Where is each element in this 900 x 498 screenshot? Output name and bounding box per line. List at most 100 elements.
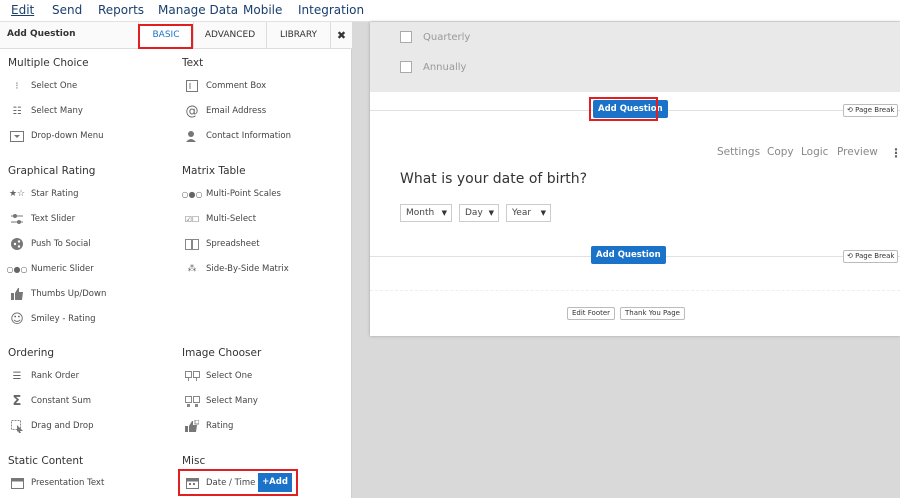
question-type-label: Comment Box [206, 81, 267, 91]
question-type-label: Drop-down Menu [31, 131, 104, 141]
chevron-down-icon: ▼ [540, 209, 546, 217]
thumbs-up-icon [9, 287, 25, 301]
question-type-constant-sum[interactable]: Σ Constant Sum [9, 393, 91, 409]
option-quarterly: Quarterly [400, 31, 470, 43]
question-type-label: Select One [31, 81, 78, 91]
question-type-label: Push To Social [31, 239, 91, 249]
question-type-comment-box[interactable]: Comment Box [184, 78, 266, 94]
question-type-label: Email Address [206, 106, 267, 116]
add-date-time-button[interactable]: +Add [258, 473, 292, 492]
image-choice-icon [184, 369, 200, 383]
page-break-button-bottom[interactable]: ⟲ Page Break [843, 250, 899, 263]
add-question-panel: Add Question BASIC ADVANCED LIBRARY ✖ Mu… [0, 22, 352, 498]
section-title-multiple-choice: Multiple Choice [8, 57, 89, 69]
page-break-icon: ⟲ [847, 252, 853, 260]
question-type-select-many[interactable]: ☷ Select Many [9, 103, 83, 119]
preview-link[interactable]: Preview [837, 146, 878, 158]
copy-link[interactable]: Copy [767, 146, 794, 158]
thank-you-page-button[interactable]: Thank You Page [620, 307, 685, 320]
month-select[interactable]: Month ▼ [400, 204, 452, 222]
slider-icon [9, 212, 25, 226]
question-type-select-one[interactable]: ⁝ Select One [9, 78, 77, 94]
nav-manage-data[interactable]: Manage Data [158, 3, 238, 17]
multi-point-icon: ○●○ [181, 189, 203, 199]
list-icon: ☰ [12, 370, 22, 382]
calendar-icon [184, 476, 200, 490]
question-type-label: Contact Information [206, 131, 291, 141]
contact-person-icon [184, 129, 200, 143]
section-title-static-content: Static Content [8, 455, 84, 467]
question-type-numeric-slider[interactable]: ○●○ Numeric Slider [7, 261, 94, 277]
question-type-label: Spreadsheet [206, 239, 260, 249]
question-type-label: Presentation Text [31, 478, 105, 488]
tab-basic[interactable]: BASIC [138, 22, 193, 49]
add-question-button[interactable]: Add Question [593, 100, 668, 118]
year-select[interactable]: Year ▼ [506, 204, 551, 222]
question-type-star-rating[interactable]: ★☆ Star Rating [9, 186, 79, 202]
question-type-contact-information[interactable]: Contact Information [184, 128, 291, 144]
question-type-multi-select[interactable]: ☑☐ Multi-Select [184, 211, 256, 227]
question-type-side-by-side-matrix[interactable]: ⁂ Side-By-Side Matrix [184, 261, 289, 277]
logic-link[interactable]: Logic [801, 146, 828, 158]
option-annually: Annually [400, 61, 466, 73]
nav-edit[interactable]: Edit [11, 3, 34, 17]
day-select[interactable]: Day ▼ [459, 204, 499, 222]
question-text: What is your date of birth? [400, 171, 588, 187]
chevron-down-icon: ▼ [488, 209, 494, 217]
section-title-graphical-rating: Graphical Rating [8, 165, 96, 177]
presentation-text-icon [9, 476, 25, 490]
question-type-push-to-social[interactable]: Push To Social [9, 236, 91, 252]
question-type-image-select-many[interactable]: Select Many [184, 393, 258, 409]
edit-footer-button[interactable]: Edit Footer [567, 307, 616, 320]
question-type-presentation-text[interactable]: Presentation Text [9, 475, 104, 491]
page-break-label: Page Break [855, 106, 895, 114]
close-panel-button[interactable]: ✖ [330, 22, 352, 49]
question-type-multi-point-scales[interactable]: ○●○ Multi-Point Scales [181, 186, 281, 202]
chevron-down-icon: ▼ [441, 209, 447, 217]
question-type-date-time[interactable]: Date / Time [184, 475, 255, 491]
question-type-label: Numeric Slider [31, 264, 94, 274]
spreadsheet-icon [184, 237, 200, 251]
more-options-icon[interactable]: ⋮ [890, 146, 900, 160]
nav-reports[interactable]: Reports [98, 3, 144, 17]
nav-send[interactable]: Send [52, 3, 82, 17]
multi-select-icon: ☑☐ [184, 214, 200, 224]
page-break-label: Page Break [855, 252, 895, 260]
question-type-label: Smiley - Rating [31, 314, 96, 324]
question-type-spreadsheet[interactable]: Spreadsheet [184, 236, 260, 252]
question-type-image-select-one[interactable]: Select One [184, 368, 252, 384]
star-icon: ★☆ [8, 189, 26, 199]
question-type-label: Multi-Point Scales [206, 189, 281, 199]
nav-integration[interactable]: Integration [298, 3, 364, 17]
question-type-image-rating[interactable]: Rating [184, 418, 233, 434]
question-type-smiley-rating[interactable]: ☺ Smiley - Rating [9, 311, 96, 327]
question-type-label: Text Slider [31, 214, 76, 224]
question-type-thumbs-up-down[interactable]: Thumbs Up/Down [9, 286, 106, 302]
day-select-value: Day [465, 208, 483, 218]
section-title-image-chooser: Image Chooser [182, 347, 262, 359]
question-type-label: Thumbs Up/Down [31, 289, 107, 299]
page-break-button[interactable]: ⟲ Page Break [843, 104, 899, 117]
checkbox-list-icon: ☷ [12, 105, 22, 117]
question-type-label: Multi-Select [206, 214, 257, 224]
month-select-value: Month [406, 208, 435, 218]
settings-link[interactable]: Settings [717, 146, 760, 158]
question-type-email-address[interactable]: @ Email Address [184, 103, 267, 119]
checkbox [400, 31, 412, 43]
question-type-label: Select Many [31, 106, 83, 116]
question-type-drag-and-drop[interactable]: Drag and Drop [9, 418, 94, 434]
question-type-text-slider[interactable]: Text Slider [9, 211, 75, 227]
footer-divider [370, 290, 900, 291]
nav-mobile[interactable]: Mobile [243, 3, 282, 17]
tab-advanced[interactable]: ADVANCED [193, 22, 266, 49]
tab-library[interactable]: LIBRARY [266, 22, 330, 49]
question-type-label: Select One [206, 371, 253, 381]
drag-hand-icon [9, 419, 25, 433]
question-type-rank-order[interactable]: ☰ Rank Order [9, 368, 80, 384]
question-type-dropdown-menu[interactable]: Drop-down Menu [9, 128, 104, 144]
option-label: Quarterly [423, 31, 471, 43]
add-question-button-bottom[interactable]: Add Question [591, 246, 666, 264]
survey-canvas: Quarterly Annually Add Question ⟲ Page B… [370, 22, 900, 336]
panel-title: Add Question [7, 29, 76, 39]
question-type-label: Drag and Drop [31, 421, 94, 431]
